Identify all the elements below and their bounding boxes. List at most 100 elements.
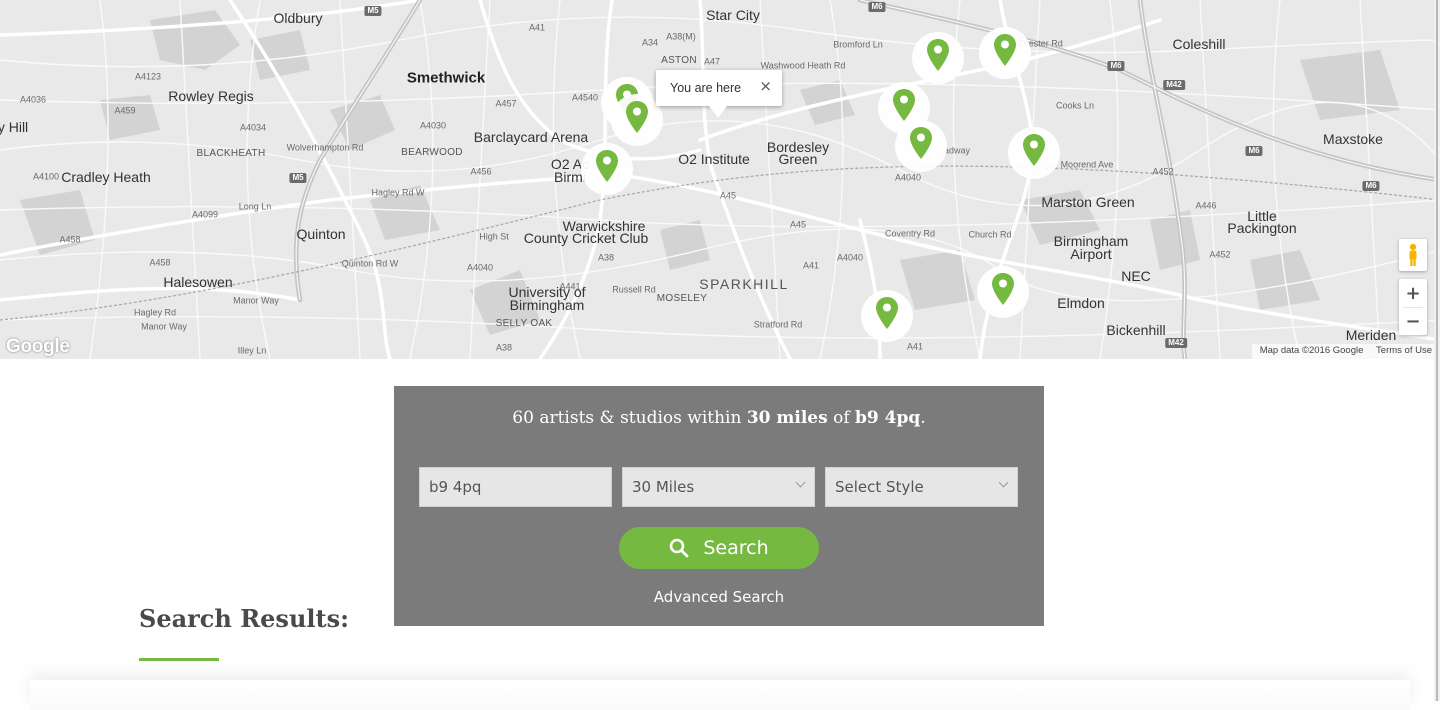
map-place-label: O2 Institute: [678, 151, 750, 167]
map-place-label: A458: [149, 257, 171, 268]
map-place-label: Green: [778, 151, 818, 167]
map-place-label: Birmingham: [509, 297, 585, 313]
map-pin-marker[interactable]: [979, 27, 1031, 79]
postcode-value: b9 4pq: [429, 478, 482, 496]
search-results-heading: Search Results:: [139, 604, 349, 633]
map-place-label: A459: [114, 105, 136, 116]
map-pin-icon: [992, 273, 1014, 305]
distance-selected-value: 30 Miles: [632, 478, 695, 496]
map-place-label: Maxstoke: [1323, 131, 1383, 147]
map-place-label: SPARKHILL: [699, 276, 789, 292]
map-place-label: A41: [906, 341, 924, 352]
terms-of-use-link[interactable]: Terms of Use: [1376, 345, 1432, 356]
map-pin-icon: [927, 39, 949, 71]
map-place-label: Elmdon: [1057, 295, 1105, 311]
map-place-label: Bickenhill: [1106, 322, 1166, 338]
postcode-input[interactable]: b9 4pq: [419, 467, 612, 507]
map-place-label: Airport: [1070, 246, 1112, 262]
map-place-label: Russell Rd: [612, 284, 656, 295]
distance-select[interactable]: 30 Miles: [622, 467, 815, 507]
results-card-edge: [30, 680, 1410, 710]
map-place-label: Hagley Rd W: [371, 187, 425, 198]
map-place-label: A45: [719, 190, 737, 201]
map-place-label: A446: [1195, 200, 1217, 211]
popup-tail: [709, 106, 727, 118]
map-place-label: BLACKHEATH: [196, 148, 266, 159]
summary-of: of: [827, 408, 856, 428]
map-place-label: Cooks Ln: [1055, 100, 1095, 111]
map-place-label: A4123: [134, 71, 162, 82]
map-pin-marker[interactable]: [581, 143, 633, 195]
search-panel: 60 artists & studios within 30 miles of …: [394, 386, 1044, 626]
summary-distance: 30 miles: [746, 408, 828, 428]
map-place-label: Coleshill: [1172, 36, 1226, 52]
pegman-icon: [1409, 243, 1417, 266]
map-place-label: A456: [470, 166, 492, 177]
map-pin-icon: [1023, 134, 1045, 166]
map-data-credit: Map data ©2016 Google: [1259, 345, 1364, 356]
heading-underline: [139, 658, 219, 661]
results-summary: 60 artists & studios within 30 miles of …: [394, 408, 1044, 428]
map-place-label: Bromford Ln: [833, 39, 883, 50]
map-place-label: M5: [289, 173, 307, 183]
zoom-control: + −: [1399, 279, 1427, 335]
zoom-in-button[interactable]: +: [1399, 279, 1427, 307]
map-pin-marker[interactable]: [912, 32, 964, 84]
map-place-label: A38(M): [666, 31, 696, 42]
map-place-label: Hagley Rd: [133, 307, 177, 318]
advanced-search-link[interactable]: Advanced Search: [394, 588, 1044, 606]
map-place-label: A4030: [419, 120, 447, 131]
style-select[interactable]: Select Style: [825, 467, 1018, 507]
map-place-label: Rowley Regis: [168, 88, 254, 104]
map-place-label: Meriden: [1345, 327, 1397, 343]
summary-postcode: b9 4pq: [855, 408, 921, 428]
map-pin-marker[interactable]: [895, 120, 947, 172]
map-pin-marker[interactable]: [977, 266, 1029, 318]
map-place-label: A4540: [571, 92, 599, 103]
map-place-label: Cradley Heath: [61, 169, 151, 185]
map-place-label: Barclaycard Arena: [473, 129, 589, 145]
map-place-label: Long Ln: [238, 201, 272, 212]
map-place-label: Marston Green: [1041, 194, 1135, 210]
summary-period: .: [920, 408, 926, 428]
map-place-label: A41: [802, 260, 820, 271]
map-place-label: M6: [868, 2, 886, 12]
map-place-label: ASTON: [661, 55, 697, 66]
popup-close-icon[interactable]: ×: [759, 77, 772, 95]
map-place-label: adway: [943, 145, 971, 156]
map-place-label: SELLY OAK: [495, 318, 553, 329]
map-place-label: A38: [597, 252, 615, 263]
page-scrollbar[interactable]: [1434, 0, 1440, 701]
popup-text: You are here: [670, 81, 742, 95]
map-base: [0, 0, 1440, 359]
search-button[interactable]: Search: [619, 527, 819, 569]
zoom-out-button[interactable]: −: [1399, 308, 1427, 335]
map-place-label: Moorend Ave: [1060, 159, 1114, 170]
map-place-label: MOSELEY: [656, 293, 708, 304]
map-place-label: Illey Ln: [237, 345, 267, 356]
map-pin-marker[interactable]: [861, 290, 913, 342]
map-place-label: Oldbury: [273, 10, 323, 26]
map-pin-icon: [994, 34, 1016, 66]
map-place-label: Stratford Rd: [753, 319, 803, 330]
map-pin-icon: [596, 150, 618, 182]
you-are-here-popup: You are here ×: [656, 70, 782, 118]
map-pin-marker[interactable]: [1008, 127, 1060, 179]
map-place-label: A4036: [19, 94, 47, 105]
map-place-label: NEC: [1121, 268, 1151, 284]
map[interactable]: Oldbury Star City Coleshill Smethwick Rowley…: [0, 0, 1440, 359]
map-place-label: M6: [1245, 146, 1263, 156]
map-place-label: A4040: [466, 262, 494, 273]
map-place-label: y Hill: [0, 119, 29, 135]
map-place-label: A4040: [836, 252, 864, 263]
map-place-label: A4040: [894, 172, 922, 183]
map-place-label: Quinton Rd W: [341, 258, 399, 269]
chevron-down-icon: [998, 477, 1009, 488]
map-place-label: High St: [479, 231, 509, 242]
map-place-label: A4034: [239, 122, 267, 133]
map-pin-icon: [626, 101, 648, 133]
street-view-pegman-button[interactable]: [1399, 239, 1427, 271]
google-logo: Google: [6, 336, 70, 357]
map-place-label: Packington: [1227, 220, 1297, 236]
map-place-label: BEARWOOD: [401, 147, 463, 158]
